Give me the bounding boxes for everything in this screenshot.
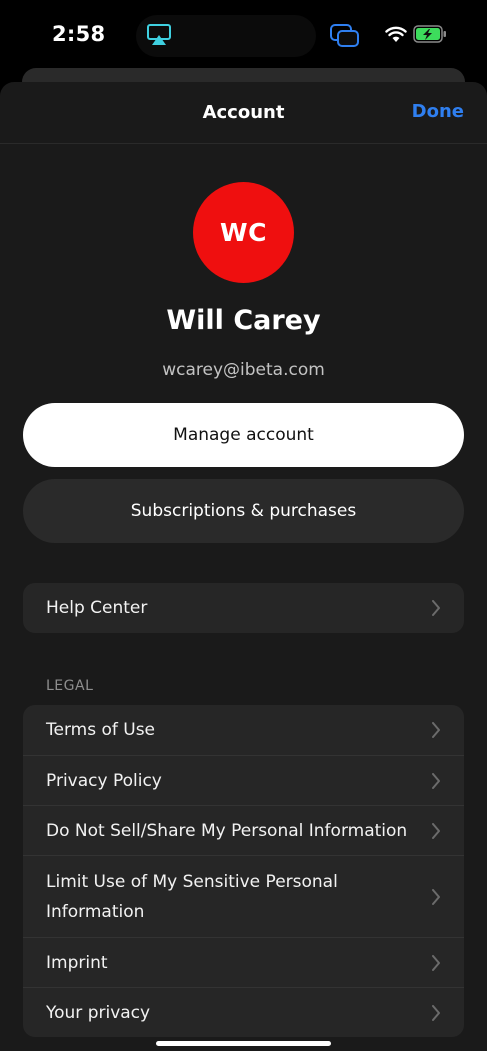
- user-email: wcarey@ibeta.com: [162, 360, 325, 380]
- chevron-right-icon: [432, 954, 440, 971]
- row-label: Imprint: [46, 952, 108, 973]
- battery-charging-icon: [413, 25, 446, 43]
- nav-bar: Account Done: [0, 82, 487, 144]
- status-bar: 2:58: [0, 0, 487, 72]
- avatar-initials: WC: [220, 218, 267, 247]
- avatar: WC: [193, 182, 294, 283]
- row-label: Terms of Use: [46, 720, 156, 740]
- privacy-policy-row[interactable]: Privacy Policy: [23, 755, 464, 805]
- chevron-right-icon: [432, 822, 440, 839]
- done-button[interactable]: Done: [412, 101, 464, 122]
- imprint-row[interactable]: Imprint: [23, 937, 464, 987]
- chevron-right-icon: [432, 772, 440, 789]
- chevron-right-icon: [432, 888, 440, 905]
- row-label: Your privacy: [46, 1002, 151, 1023]
- limit-sensitive-info-row[interactable]: Limit Use of My Sensitive Personal Infor…: [23, 855, 464, 937]
- row-label: Limit Use of My Sensitive Personal Infor…: [46, 871, 338, 922]
- help-group: Help Center: [23, 583, 464, 633]
- status-time: 2:58: [52, 22, 106, 46]
- chevron-right-icon: [432, 722, 440, 738]
- manage-account-button[interactable]: Manage account: [23, 403, 464, 467]
- row-label: Do Not Sell/Share My Personal Informatio…: [46, 820, 408, 841]
- subscriptions-purchases-button[interactable]: Subscriptions & purchases: [23, 479, 464, 543]
- home-indicator[interactable]: [156, 1041, 331, 1046]
- do-not-sell-row[interactable]: Do Not Sell/Share My Personal Informatio…: [23, 805, 464, 855]
- chevron-right-icon: [432, 1004, 440, 1021]
- help-center-label: Help Center: [46, 598, 148, 618]
- legal-group: Terms of Use Privacy Policy Do Not Sell/…: [23, 705, 464, 1037]
- chevron-right-icon: [432, 600, 440, 616]
- terms-of-use-row[interactable]: Terms of Use: [23, 705, 464, 755]
- screen-mirror-icon: [330, 24, 359, 47]
- account-sheet: Account Done WC Will Carey wcarey@ibeta.…: [0, 82, 487, 1051]
- row-label: Privacy Policy: [46, 770, 162, 791]
- user-name: Will Carey: [166, 305, 321, 336]
- legal-section-header: LEGAL: [46, 678, 94, 694]
- help-center-row[interactable]: Help Center: [23, 583, 464, 633]
- airplay-icon: [147, 24, 171, 45]
- wifi-icon: [385, 26, 407, 42]
- your-privacy-row[interactable]: Your privacy: [23, 987, 464, 1037]
- account-screen: 2:58 Account Done WC Will Carey wcarey@i…: [0, 0, 487, 1051]
